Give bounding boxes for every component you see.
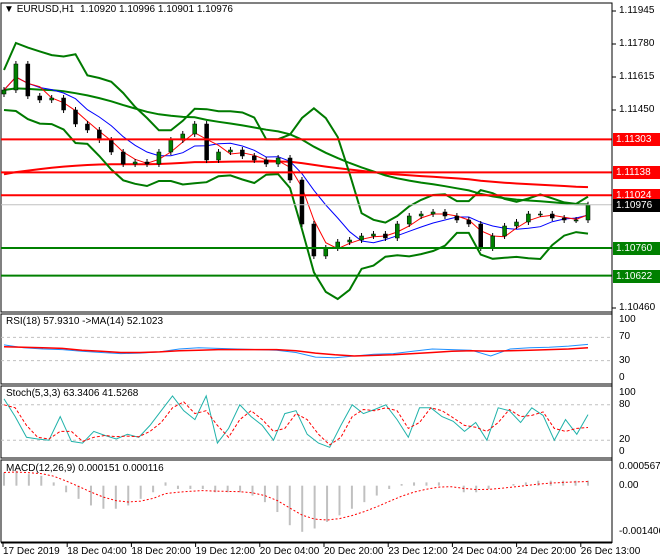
- candle: [168, 139, 174, 153]
- stoch-tick-label: 80: [619, 398, 631, 410]
- rsi-label: RSI(18) 57.9310 ->MA(14) 52.1023: [6, 316, 164, 327]
- x-tick-label: 24 Dec 20:00: [516, 546, 577, 557]
- candle: [204, 123, 209, 161]
- candle: [323, 247, 329, 257]
- long-ma-line: [3, 160, 589, 189]
- x-tick-label: 26 Dec 13:00: [580, 546, 641, 557]
- dropdown-arrow-icon[interactable]: ▼: [4, 4, 14, 15]
- y-tick-label: 1.11780: [619, 38, 655, 49]
- candle: [49, 97, 54, 101]
- stoch-tick-label: 100: [619, 387, 636, 398]
- macd-tick-label: -0.001406: [619, 526, 660, 537]
- rsi-tick-label: 0: [619, 372, 625, 383]
- candle: [109, 139, 114, 153]
- candle: [454, 215, 460, 221]
- candle: [418, 213, 424, 217]
- candle: [13, 63, 19, 91]
- candle: [61, 97, 66, 111]
- candle: [311, 223, 317, 257]
- macd-label: MACD(12,26,9) 0.000151 0.000116: [6, 463, 164, 474]
- candle: [371, 233, 376, 237]
- resistance-price-tag: 1.11138: [613, 166, 660, 180]
- candle: [442, 211, 448, 217]
- candle: [73, 109, 78, 125]
- candle: [538, 213, 543, 216]
- chart-header: ▼ EURUSD,H1 1.10920 1.10996 1.10901 1.10…: [4, 4, 233, 15]
- macd-tick-label: 0.00: [619, 479, 639, 491]
- y-tick-label: 1.11450: [619, 104, 655, 115]
- support-price-tag: 1.10760: [613, 242, 660, 255]
- candle: [132, 161, 138, 165]
- candle: [25, 63, 31, 97]
- current-price-tag: 1.10976: [613, 198, 660, 212]
- rsi-ma-line: [3, 345, 589, 357]
- candle: [406, 215, 412, 225]
- candle: [490, 235, 495, 249]
- candle: [430, 211, 436, 215]
- x-tick-label: 18 Dec 20:00: [131, 546, 191, 557]
- symbol-label: EURUSD,H1: [16, 4, 75, 15]
- x-tick-label: 19 Dec 12:00: [195, 546, 256, 557]
- candle: [561, 217, 567, 221]
- chart-window[interactable]: ▼ EURUSD,H1 1.10920 1.10996 1.10901 1.10…: [0, 0, 660, 560]
- candle: [514, 221, 519, 227]
- ma-line: [3, 87, 589, 206]
- x-tick-label: 23 Dec 12:00: [388, 546, 448, 557]
- candle: [228, 149, 233, 153]
- rsi-tick-label: 30: [619, 354, 631, 366]
- candle: [359, 235, 364, 241]
- candle: [275, 157, 281, 165]
- candle: [120, 151, 126, 165]
- rsi-tick-label: 70: [619, 331, 631, 343]
- candle: [1, 89, 7, 95]
- candle: [466, 219, 472, 225]
- candle: [192, 123, 197, 135]
- candle: [526, 213, 531, 223]
- x-tick-label: 17 Dec 2019: [3, 546, 60, 557]
- candle: [585, 204, 591, 221]
- resistance-price-tag: 1.11303: [613, 133, 660, 147]
- ohlc-values: 1.10920 1.10996 1.10901 1.10976: [80, 4, 233, 15]
- candle: [299, 179, 305, 225]
- candle: [85, 123, 90, 131]
- x-tick-label: 24 Dec 04:00: [452, 546, 512, 557]
- candle: [252, 155, 257, 161]
- stoch-tick-label: 20: [619, 434, 631, 446]
- y-tick-label: 1.11945: [619, 5, 655, 16]
- x-tick-label: 18 Dec 04:00: [67, 546, 127, 557]
- y-tick-label: 1.11615: [619, 71, 655, 82]
- candle: [502, 225, 507, 237]
- candle: [395, 223, 400, 239]
- stoch-k-line: [3, 394, 589, 448]
- stoch-label: Stoch(5,3,3) 63.3406 41.5268: [6, 388, 139, 399]
- candle: [156, 151, 162, 165]
- candle: [478, 223, 483, 249]
- candle: [383, 233, 388, 239]
- panel-frame-0: [0, 2, 613, 313]
- x-tick-label: 20 Dec 20:00: [324, 546, 384, 557]
- stoch-tick-label: 0: [619, 446, 625, 457]
- chart-canvas[interactable]: [0, 0, 660, 560]
- rsi-tick-label: 100: [619, 314, 636, 325]
- candle: [573, 219, 579, 222]
- support-price-tag: 1.10622: [613, 269, 660, 283]
- y-tick-label: 1.10460: [619, 302, 656, 313]
- ma-blue: [3, 76, 589, 244]
- candle: [216, 151, 221, 161]
- candle: [263, 159, 269, 165]
- candle: [347, 239, 352, 243]
- candle: [549, 213, 555, 219]
- candle: [287, 157, 293, 181]
- candle: [240, 149, 245, 157]
- candle: [37, 95, 43, 101]
- macd-tick-label: 0.000567: [619, 461, 660, 472]
- candle: [144, 161, 150, 165]
- x-tick-label: 20 Dec 04:00: [259, 546, 320, 557]
